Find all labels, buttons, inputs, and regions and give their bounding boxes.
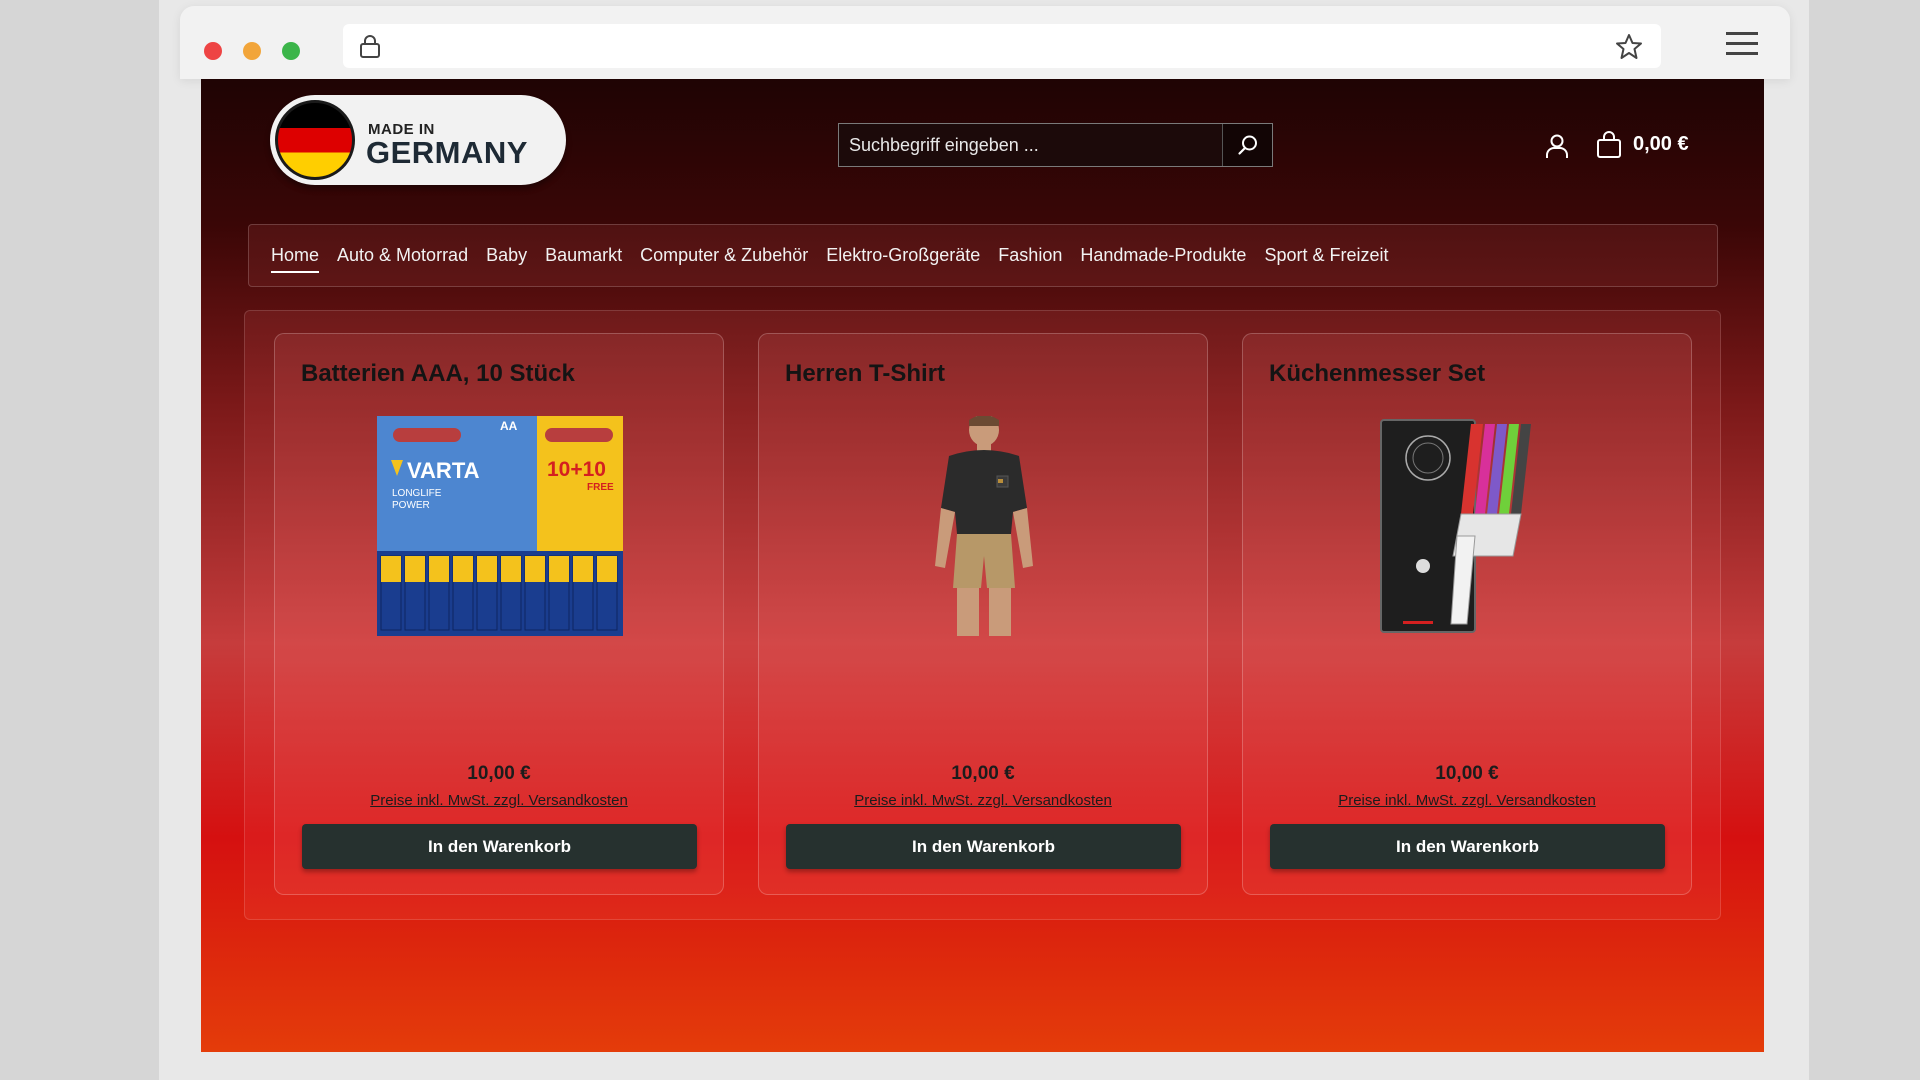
product-card: Herren T-Shirt 10,00 € Preise inkl. MwSt…	[758, 333, 1208, 895]
tshirt-model-image[interactable]	[849, 416, 1119, 636]
product-price: 10,00 €	[951, 763, 1015, 784]
battery-cell-top	[573, 556, 593, 582]
knife-set-image[interactable]	[1333, 416, 1603, 636]
menu-icon[interactable]	[1726, 30, 1758, 58]
search-button[interactable]	[1222, 124, 1272, 166]
battery-cell-top	[453, 556, 473, 582]
shipping-info-link[interactable]: Preise inkl. MwSt. zzgl. Versandkosten	[275, 792, 723, 809]
svg-text:VARTA: VARTA	[407, 458, 480, 483]
product-title[interactable]: Küchenmesser Set	[1269, 360, 1485, 388]
window-maximize-button[interactable]	[282, 42, 300, 60]
german-flag-icon	[275, 100, 355, 180]
search-box	[838, 123, 1273, 167]
shopping-bag-icon[interactable]	[1595, 131, 1623, 159]
battery-cell-top	[405, 556, 425, 582]
product-title[interactable]: Batterien AAA, 10 Stück	[301, 360, 575, 388]
battery-cell-top	[597, 556, 617, 582]
webshop-page: MADE IN GERMANY 0,00 € Home Auto & Motor…	[201, 79, 1764, 1052]
user-account-icon[interactable]	[1544, 133, 1570, 159]
nav-item-sport-freizeit[interactable]: Sport & Freizeit	[1264, 245, 1388, 266]
product-price: 10,00 €	[1435, 763, 1499, 784]
nav-item-auto-motorrad[interactable]: Auto & Motorrad	[337, 245, 468, 266]
battery-cell-top	[477, 556, 497, 582]
battery-cell-top	[501, 556, 521, 582]
svg-text:FREE: FREE	[587, 482, 614, 493]
cart-total[interactable]: 0,00 €	[1633, 133, 1689, 156]
battery-pack-image[interactable]: AA VARTA LONGLIFE POWER 10+10 FREE	[365, 416, 635, 636]
nav-item-baumarkt[interactable]: Baumarkt	[545, 245, 622, 266]
shipping-info-link[interactable]: Preise inkl. MwSt. zzgl. Versandkosten	[1243, 792, 1691, 809]
add-to-cart-button[interactable]: In den Warenkorb	[1270, 824, 1665, 869]
battery-cell-top	[549, 556, 569, 582]
svg-text:POWER: POWER	[392, 500, 430, 511]
nav-item-handmade-produkte[interactable]: Handmade-Produkte	[1080, 245, 1246, 266]
star-icon[interactable]	[1615, 33, 1643, 61]
nav-item-baby[interactable]: Baby	[486, 245, 527, 266]
search-icon	[1237, 135, 1257, 155]
address-bar[interactable]	[343, 24, 1661, 68]
lock-icon	[360, 35, 380, 58]
svg-text:10+10: 10+10	[547, 458, 606, 481]
window-minimize-button[interactable]	[243, 42, 261, 60]
window-close-button[interactable]	[204, 42, 222, 60]
browser-chrome	[180, 6, 1790, 79]
search-input[interactable]	[839, 124, 1222, 166]
nav-item-fashion[interactable]: Fashion	[998, 245, 1062, 266]
battery-cell-top	[381, 556, 401, 582]
nav-item-home[interactable]: Home	[271, 245, 320, 273]
shipping-info-link[interactable]: Preise inkl. MwSt. zzgl. Versandkosten	[759, 792, 1207, 809]
add-to-cart-button[interactable]: In den Warenkorb	[302, 824, 697, 869]
product-title[interactable]: Herren T-Shirt	[785, 360, 945, 388]
nav-item-computer-zubehoer[interactable]: Computer & Zubehör	[640, 245, 808, 266]
site-logo[interactable]: MADE IN GERMANY	[270, 95, 566, 185]
battery-cell-top	[429, 556, 449, 582]
product-price: 10,00 €	[467, 763, 531, 784]
product-card: Batterien AAA, 10 Stück AA VARTA LONGLIF…	[274, 333, 724, 895]
add-to-cart-button[interactable]: In den Warenkorb	[786, 824, 1181, 869]
product-grid: Batterien AAA, 10 Stück AA VARTA LONGLIF…	[244, 310, 1721, 920]
product-card: Küchenmesser Set 10,00 € Preise inkl. Mw…	[1242, 333, 1692, 895]
svg-text:AA: AA	[500, 419, 518, 433]
svg-text:LONGLIFE: LONGLIFE	[392, 488, 442, 499]
main-navigation: Home Auto & Motorrad Baby Baumarkt Compu…	[248, 224, 1718, 287]
battery-cell-top	[525, 556, 545, 582]
logo-line2: GERMANY	[366, 135, 528, 170]
nav-item-elektro-grossgeraete[interactable]: Elektro-Großgeräte	[826, 245, 980, 266]
